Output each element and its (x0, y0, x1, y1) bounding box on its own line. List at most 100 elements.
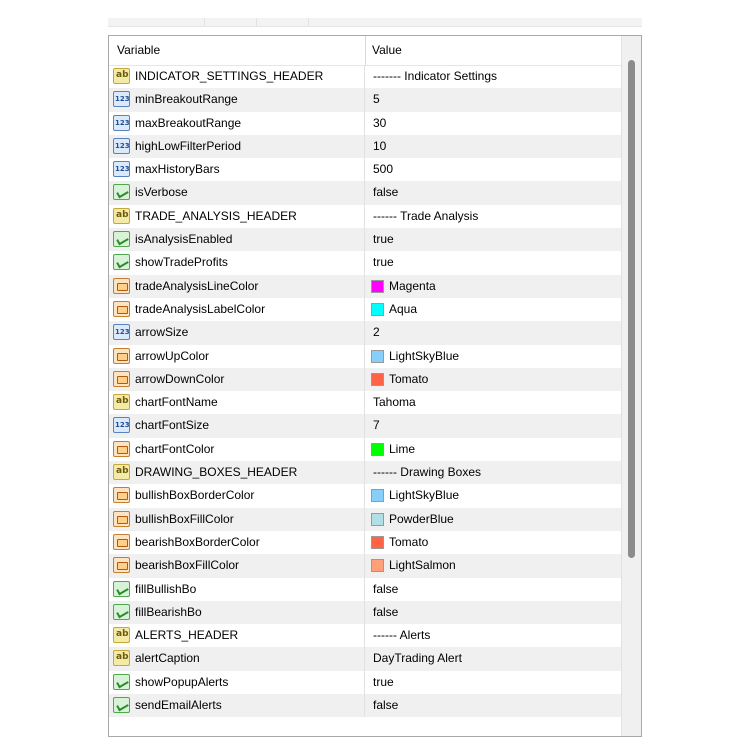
value-cell[interactable]: 10 (365, 135, 621, 158)
value-cell[interactable]: Tahoma (365, 391, 621, 414)
variable-value: 7 (373, 418, 380, 433)
table-row[interactable]: alertCaption DayTrading Alert (109, 647, 621, 671)
value-cell[interactable]: ------ Trade Analysis (365, 205, 621, 228)
value-cell[interactable]: 2 (365, 321, 621, 344)
column-header-variable[interactable]: Variable (109, 36, 366, 65)
variable-cell[interactable]: highLowFilterPeriod (109, 134, 365, 159)
variable-cell[interactable]: tradeAnalysisLineColor (109, 274, 365, 298)
integer-type-icon (113, 324, 130, 341)
table-row[interactable]: DRAWING_BOXES_HEADER ------ Drawing Boxe… (109, 461, 621, 485)
variable-name: minBreakoutRange (135, 92, 238, 107)
value-cell[interactable]: true (365, 251, 621, 274)
value-cell[interactable]: Aqua (365, 298, 621, 321)
table-row[interactable]: showPopupAlerts true (109, 670, 621, 695)
value-cell[interactable]: false (365, 694, 621, 717)
tab-strip-segment (108, 18, 205, 26)
table-row[interactable]: fillBearishBo false (109, 600, 621, 625)
variable-cell[interactable]: maxHistoryBars (109, 158, 365, 182)
value-cell[interactable]: 500 (365, 158, 621, 181)
table-row[interactable]: bearishBoxBorderColor Tomato (109, 530, 621, 555)
table-row[interactable]: tradeAnalysisLineColor Magenta (109, 274, 621, 298)
value-cell[interactable]: PowderBlue (365, 508, 621, 531)
variable-cell[interactable]: minBreakoutRange (109, 88, 365, 112)
vertical-scrollbar[interactable] (621, 36, 641, 736)
value-cell[interactable]: true (365, 228, 621, 251)
variable-cell[interactable]: showPopupAlerts (109, 670, 365, 695)
variable-cell[interactable]: bearishBoxBorderColor (109, 530, 365, 555)
value-cell[interactable]: DayTrading Alert (365, 647, 621, 670)
table-row[interactable]: INDICATOR_SETTINGS_HEADER ------- Indica… (109, 65, 621, 89)
table-row[interactable]: isVerbose false (109, 181, 621, 205)
table-row[interactable]: ALERTS_HEADER ------ Alerts (109, 624, 621, 648)
variable-cell[interactable]: INDICATOR_SETTINGS_HEADER (109, 65, 365, 89)
value-cell[interactable]: false (365, 181, 621, 204)
value-cell[interactable]: true (365, 671, 621, 694)
variable-name: isAnalysisEnabled (135, 232, 233, 247)
value-cell[interactable]: Tomato (365, 368, 621, 391)
value-cell[interactable]: LightSkyBlue (365, 345, 621, 368)
table-row[interactable]: bullishBoxBorderColor LightSkyBlue (109, 484, 621, 508)
table-row[interactable]: fillBullishBo false (109, 577, 621, 601)
column-header-value[interactable]: Value (365, 36, 612, 65)
value-cell[interactable]: 5 (365, 88, 621, 111)
value-cell[interactable]: LightSalmon (365, 554, 621, 577)
variable-cell[interactable]: tradeAnalysisLabelColor (109, 297, 365, 322)
variable-name: highLowFilterPeriod (135, 138, 242, 153)
variable-cell[interactable]: DRAWING_BOXES_HEADER (109, 461, 365, 485)
table-row[interactable]: highLowFilterPeriod 10 (109, 134, 621, 159)
table-row[interactable]: chartFontColor Lime (109, 437, 621, 462)
table-row[interactable]: chartFontSize 7 (109, 414, 621, 438)
variable-cell[interactable]: chartFontColor (109, 437, 365, 462)
table-row[interactable]: arrowUpColor LightSkyBlue (109, 344, 621, 368)
variable-cell[interactable]: chartFontSize (109, 414, 365, 438)
variable-cell[interactable]: arrowUpColor (109, 344, 365, 368)
variable-cell[interactable]: isVerbose (109, 181, 365, 205)
variable-cell[interactable]: arrowSize (109, 321, 365, 345)
table-row[interactable]: isAnalysisEnabled true (109, 228, 621, 252)
variable-cell[interactable]: isAnalysisEnabled (109, 228, 365, 252)
variable-name: alertCaption (135, 651, 200, 666)
table-row[interactable]: showTradeProfits true (109, 251, 621, 275)
table-row[interactable]: tradeAnalysisLabelColor Aqua (109, 297, 621, 322)
value-cell[interactable]: Lime (365, 438, 621, 461)
value-cell[interactable]: 7 (365, 414, 621, 437)
table-row[interactable]: sendEmailAlerts false (109, 694, 621, 718)
value-cell[interactable]: false (365, 601, 621, 624)
value-cell[interactable]: ------- Indicator Settings (365, 65, 621, 88)
scrollbar-thumb[interactable] (628, 60, 635, 558)
table-row[interactable]: TRADE_ANALYSIS_HEADER ------ Trade Analy… (109, 204, 621, 229)
value-cell[interactable]: Tomato (365, 531, 621, 554)
variable-value: true (373, 232, 394, 247)
variable-cell[interactable]: fillBullishBo (109, 577, 365, 601)
variable-cell[interactable]: arrowDownColor (109, 367, 365, 392)
value-cell[interactable]: ------ Drawing Boxes (365, 461, 621, 484)
table-row[interactable]: chartFontName Tahoma (109, 391, 621, 415)
variable-name: arrowDownColor (135, 371, 225, 386)
variable-cell[interactable]: bullishBoxFillColor (109, 507, 365, 531)
variable-cell[interactable]: chartFontName (109, 391, 365, 415)
table-row[interactable]: minBreakoutRange 5 (109, 88, 621, 112)
variable-cell[interactable]: maxBreakoutRange (109, 111, 365, 135)
table-row[interactable]: arrowSize 2 (109, 321, 621, 345)
table-row[interactable]: maxBreakoutRange 30 (109, 111, 621, 135)
variable-cell[interactable]: bullishBoxBorderColor (109, 484, 365, 508)
variable-cell[interactable]: alertCaption (109, 647, 365, 671)
value-cell[interactable]: LightSkyBlue (365, 484, 621, 507)
variable-cell[interactable]: bearishBoxFillColor (109, 554, 365, 578)
value-cell[interactable]: Magenta (365, 275, 621, 298)
table-row[interactable]: maxHistoryBars 500 (109, 158, 621, 182)
variable-name: bullishBoxFillColor (135, 511, 234, 526)
variable-cell[interactable]: TRADE_ANALYSIS_HEADER (109, 204, 365, 229)
table-row[interactable]: bullishBoxFillColor PowderBlue (109, 507, 621, 531)
variable-cell[interactable]: ALERTS_HEADER (109, 624, 365, 648)
table-row[interactable]: arrowDownColor Tomato (109, 367, 621, 392)
variable-cell[interactable]: showTradeProfits (109, 251, 365, 275)
color-swatch (371, 535, 384, 549)
table-row[interactable]: bearishBoxFillColor LightSalmon (109, 554, 621, 578)
variable-cell[interactable]: fillBearishBo (109, 600, 365, 625)
value-cell[interactable]: false (365, 578, 621, 601)
value-cell[interactable]: ------ Alerts (365, 624, 621, 647)
variable-cell[interactable]: sendEmailAlerts (109, 694, 365, 718)
variable-name: TRADE_ANALYSIS_HEADER (135, 208, 297, 223)
value-cell[interactable]: 30 (365, 112, 621, 135)
